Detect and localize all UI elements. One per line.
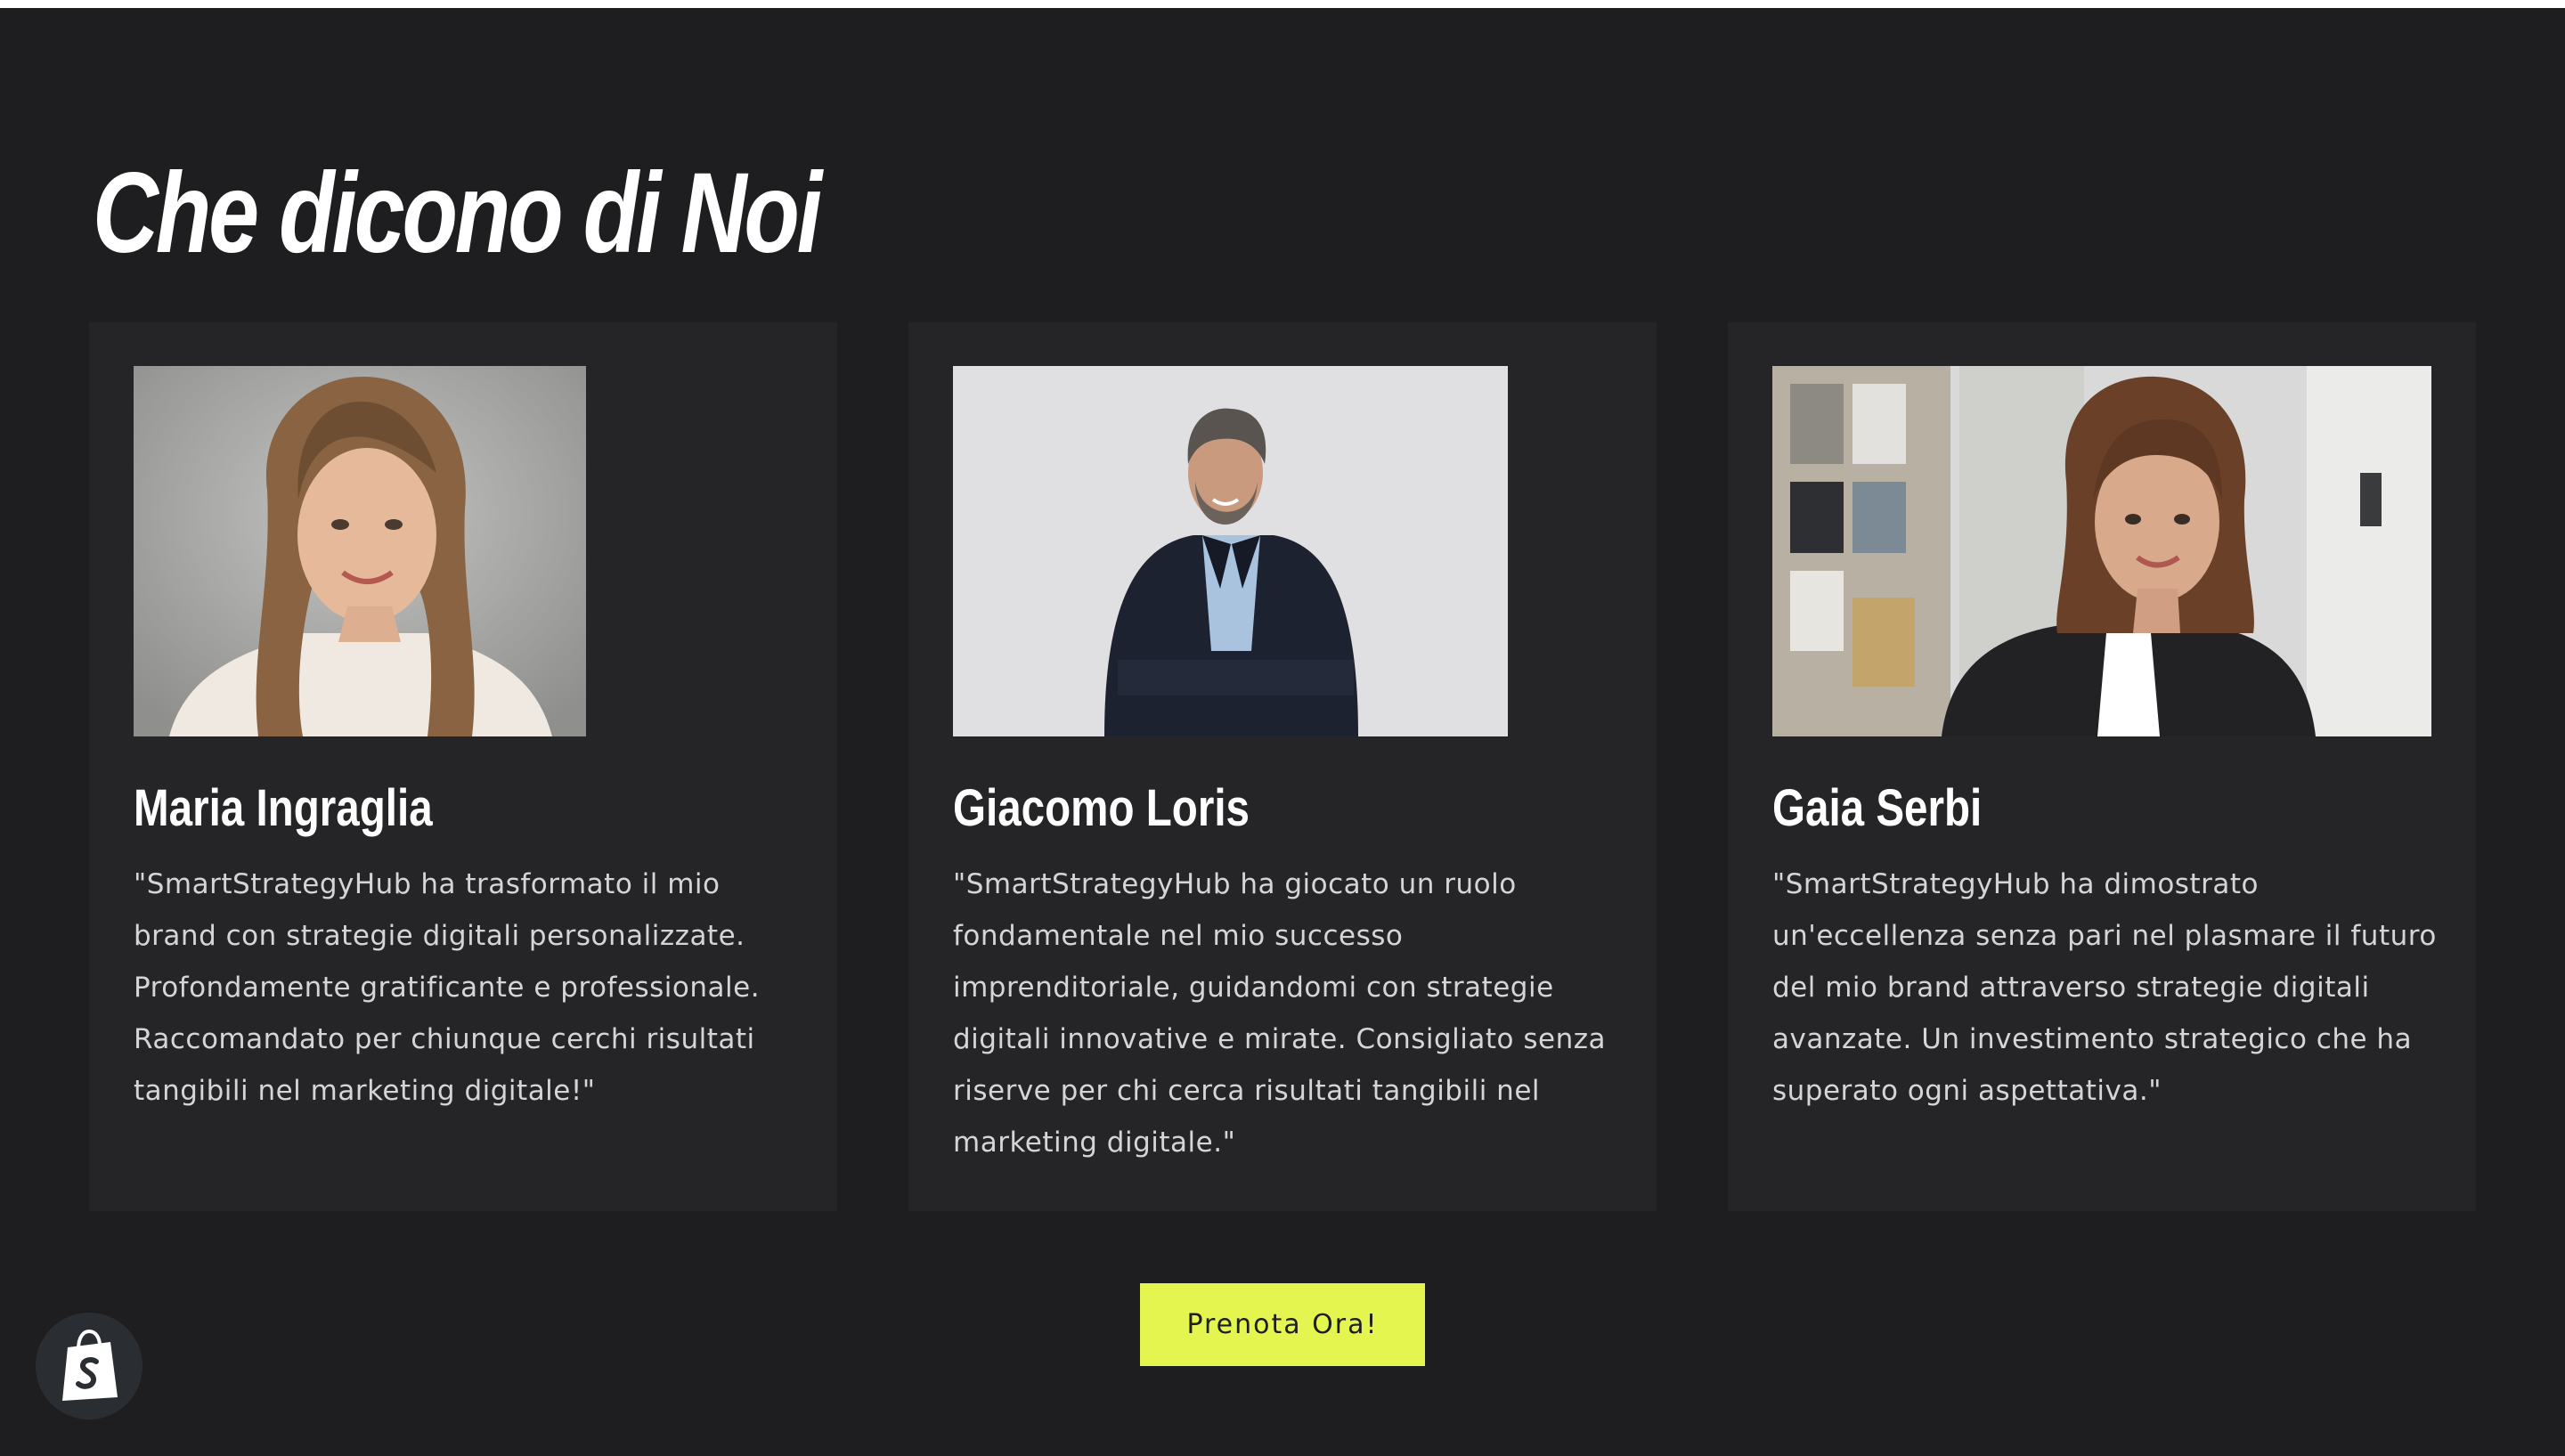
testimonial-photo [953, 366, 1508, 736]
testimonial-quote: "SmartStrategyHub ha dimostrato un'eccel… [1772, 868, 2437, 1107]
shop-badge-button[interactable] [36, 1313, 142, 1419]
testimonial-name: Gaia Serbi [1772, 779, 1983, 837]
testimonial-name: Giacomo Loris [953, 779, 1250, 837]
testimonial-photo [1772, 366, 2431, 736]
testimonial-quote: "SmartStrategyHub ha trasformato il mio … [134, 868, 761, 1107]
testimonial-quote: "SmartStrategyHub ha giocato un ruolo fo… [953, 868, 1607, 1159]
testimonial-card: Giacomo Loris "SmartStrategyHub ha gioca… [908, 322, 1657, 1211]
testimonial-card: Gaia Serbi "SmartStrategyHub ha dimostra… [1728, 322, 2476, 1211]
testimonial-photo [134, 366, 586, 736]
top-border [0, 0, 2565, 8]
shopify-bag-icon [62, 1330, 118, 1401]
section-title: Che dicono di Noi [93, 150, 822, 277]
testimonial-name: Maria Ingraglia [134, 779, 433, 837]
book-now-button[interactable]: Prenota Ora! [1140, 1283, 1425, 1366]
testimonial-card: Maria Ingraglia "SmartStrategyHub ha tra… [89, 322, 837, 1211]
